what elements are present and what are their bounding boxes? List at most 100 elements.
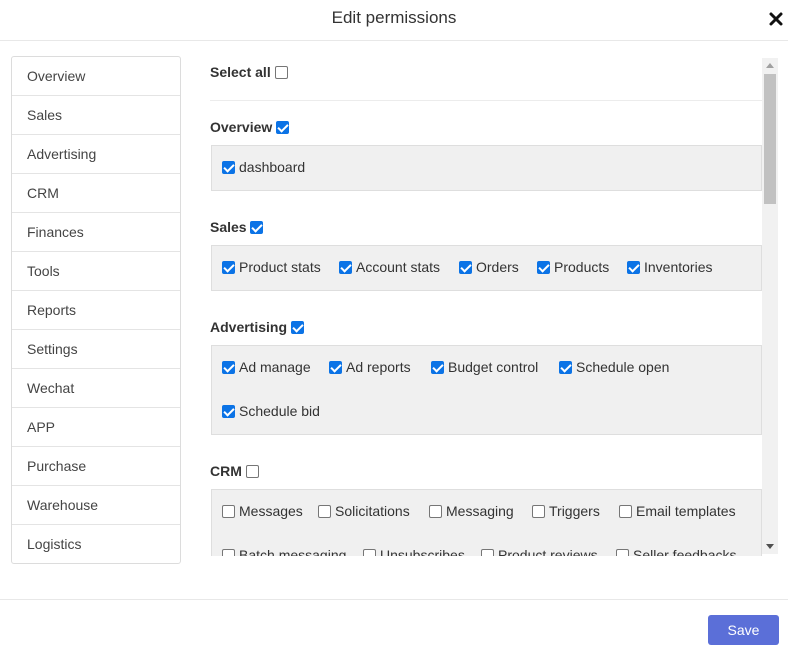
group-title-overview: Overview: [210, 119, 290, 135]
option-checkbox[interactable]: [318, 505, 331, 518]
option-checkbox[interactable]: [481, 549, 494, 556]
option-label: Schedule open: [576, 359, 670, 375]
save-button[interactable]: Save: [708, 615, 779, 645]
option-checkbox[interactable]: [222, 505, 235, 518]
option-label: Seller feedbacks: [633, 547, 737, 556]
group-label: Overview: [210, 119, 273, 135]
sidebar-item-logistics[interactable]: Logistics: [12, 525, 180, 564]
option-products[interactable]: Products: [537, 259, 609, 275]
option-checkbox[interactable]: [222, 549, 235, 556]
group-options-crm: Messages Solicitations Messaging Trigger…: [211, 489, 762, 556]
option-label: Messages: [239, 503, 303, 519]
option-label: Budget control: [448, 359, 539, 375]
option-schedule-bid[interactable]: Schedule bid: [222, 403, 320, 419]
vertical-scrollbar[interactable]: [762, 58, 778, 554]
option-label: Ad reports: [346, 359, 411, 375]
option-orders[interactable]: Orders: [459, 259, 519, 275]
sidebar-item-wechat[interactable]: Wechat: [12, 369, 180, 408]
option-product-reviews[interactable]: Product reviews: [481, 547, 598, 556]
option-checkbox[interactable]: [429, 505, 442, 518]
sidebar-item-overview[interactable]: Overview: [12, 57, 180, 96]
sidebar-item-warehouse[interactable]: Warehouse: [12, 486, 180, 525]
option-label: Batch messaging: [239, 547, 347, 556]
option-label: Products: [554, 259, 610, 275]
sidebar-item-advertising[interactable]: Advertising: [12, 135, 180, 174]
group-title-crm: CRM: [210, 463, 259, 479]
option-seller-feedbacks[interactable]: Seller feedbacks: [616, 547, 737, 556]
sidebar-item-sales[interactable]: Sales: [12, 96, 180, 135]
sidebar-item-app[interactable]: APP: [12, 408, 180, 447]
option-triggers[interactable]: Triggers: [532, 503, 600, 519]
sidebar-item-settings[interactable]: Settings: [12, 330, 180, 369]
group-options-advertising: Ad manage Ad reports Budget control Sche…: [211, 345, 762, 435]
option-checkbox[interactable]: [559, 361, 572, 374]
option-checkbox[interactable]: [222, 161, 235, 174]
sidebar-item-tools[interactable]: Tools: [12, 252, 180, 291]
option-messages[interactable]: Messages: [222, 503, 303, 519]
option-checkbox[interactable]: [222, 261, 235, 274]
option-messaging[interactable]: Messaging: [429, 503, 514, 519]
option-unsubscribes[interactable]: Unsubscribes: [363, 547, 465, 556]
sidebar-item-purchase[interactable]: Purchase: [12, 447, 180, 486]
option-account-stats[interactable]: Account stats: [339, 259, 440, 275]
option-label: Messaging: [446, 503, 514, 519]
group-checkbox-advertising[interactable]: [290, 321, 304, 334]
option-checkbox[interactable]: [532, 505, 545, 518]
group-checkbox-overview[interactable]: [276, 121, 290, 134]
option-checkbox[interactable]: [329, 361, 342, 374]
option-checkbox[interactable]: [459, 261, 472, 274]
permissions-panel[interactable]: Select all Overview dashboard Sales Prod…: [210, 56, 778, 556]
option-checkbox[interactable]: [222, 361, 235, 374]
option-solicitations[interactable]: Solicitations: [318, 503, 410, 519]
select-all-checkbox[interactable]: [274, 66, 288, 79]
option-ad-manage[interactable]: Ad manage: [222, 359, 311, 375]
option-label: Triggers: [549, 503, 600, 519]
option-product-stats[interactable]: Product stats: [222, 259, 321, 275]
option-checkbox[interactable]: [627, 261, 640, 274]
option-checkbox[interactable]: [339, 261, 352, 274]
group-options-sales: Product stats Account stats Orders Produ…: [211, 245, 762, 291]
option-label: dashboard: [239, 159, 306, 175]
group-title-advertising: Advertising: [210, 319, 304, 335]
group-label: Sales: [210, 219, 247, 235]
option-label: Account stats: [356, 259, 441, 275]
option-checkbox[interactable]: [616, 549, 629, 556]
option-checkbox[interactable]: [619, 505, 632, 518]
option-label: Product reviews: [498, 547, 598, 556]
option-inventories[interactable]: Inventories: [627, 259, 712, 275]
close-icon[interactable]: [768, 11, 784, 27]
dialog-title: Edit permissions: [331, 8, 457, 27]
select-all-label: Select all: [210, 64, 271, 80]
group-label: CRM: [210, 463, 242, 479]
scroll-down-arrow-icon[interactable]: [766, 544, 774, 549]
option-label: Unsubscribes: [380, 547, 465, 556]
group-checkbox-sales[interactable]: [250, 221, 264, 234]
category-sidebar: Overview Sales Advertising CRM Finances …: [11, 56, 181, 564]
option-batch-messaging[interactable]: Batch messaging: [222, 547, 346, 556]
option-checkbox[interactable]: [537, 261, 550, 274]
option-checkbox[interactable]: [363, 549, 376, 556]
option-budget-control[interactable]: Budget control: [431, 359, 538, 375]
option-ad-reports[interactable]: Ad reports: [329, 359, 411, 375]
select-all-row: Select all: [210, 64, 288, 80]
option-label: Orders: [476, 259, 519, 275]
option-label: Schedule bid: [239, 403, 320, 419]
option-label: Ad manage: [239, 359, 311, 375]
group-label: Advertising: [210, 319, 288, 335]
dialog-header: Edit permissions: [0, 0, 788, 41]
option-label: Email templates: [636, 503, 736, 519]
option-schedule-open[interactable]: Schedule open: [559, 359, 669, 375]
sidebar-item-finances[interactable]: Finances: [12, 213, 180, 252]
option-dashboard[interactable]: dashboard: [222, 159, 305, 175]
group-checkbox-crm[interactable]: [245, 465, 259, 478]
scroll-up-arrow-icon[interactable]: [766, 63, 774, 68]
option-label: Product stats: [239, 259, 321, 275]
group-options-overview: dashboard: [211, 145, 762, 191]
option-checkbox[interactable]: [222, 405, 235, 418]
option-checkbox[interactable]: [431, 361, 444, 374]
sidebar-item-crm[interactable]: CRM: [12, 174, 180, 213]
option-email-templates[interactable]: Email templates: [619, 503, 736, 519]
scrollbar-thumb[interactable]: [764, 74, 776, 204]
sidebar-item-reports[interactable]: Reports: [12, 291, 180, 330]
footer-divider: [0, 599, 788, 600]
